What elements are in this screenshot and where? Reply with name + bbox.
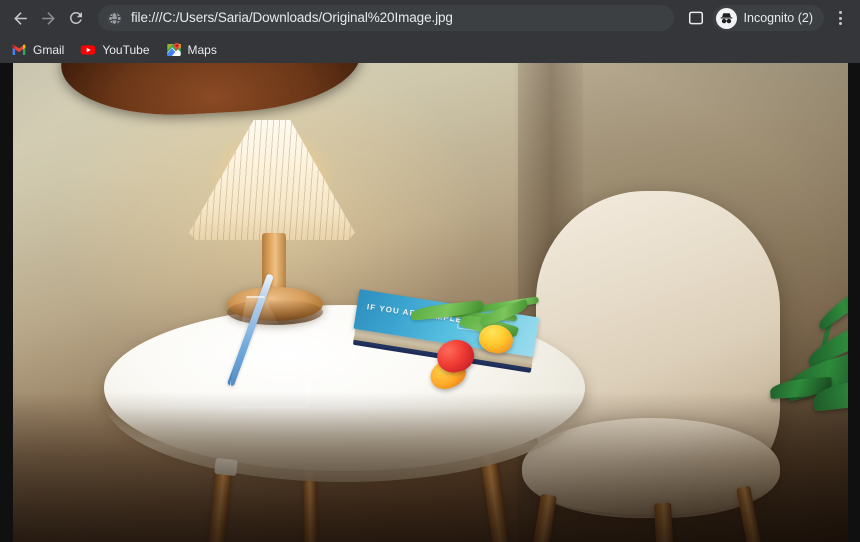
- incognito-indicator[interactable]: Incognito (2): [712, 5, 824, 31]
- bookmark-maps[interactable]: Maps: [162, 39, 225, 60]
- three-dot-menu-icon: [838, 11, 842, 14]
- gmail-icon: [12, 44, 26, 55]
- bookmark-youtube[interactable]: YouTube: [76, 39, 157, 60]
- browser-menu-button[interactable]: [826, 4, 854, 32]
- side-panel-icon: [688, 11, 703, 25]
- arrow-left-icon: [13, 11, 27, 25]
- youtube-icon: [81, 44, 96, 55]
- bookmark-label: Gmail: [33, 42, 65, 57]
- menu-dot: [838, 16, 842, 20]
- floor-shadow: [13, 392, 848, 542]
- bookmark-gmail[interactable]: Gmail: [7, 39, 72, 60]
- image-viewer[interactable]: IF YOU ARE SIMPLE: [0, 63, 860, 542]
- bookmark-label: Maps: [187, 42, 217, 57]
- side-panel-button[interactable]: [683, 5, 709, 31]
- address-bar[interactable]: file:///C:/Users/Saria/Downloads/Origina…: [98, 5, 674, 31]
- reload-icon: [69, 11, 82, 24]
- google-maps-icon: [166, 42, 181, 56]
- menu-dot: [838, 22, 842, 25]
- incognito-hat-glasses-icon: [720, 12, 732, 23]
- bookmark-label: YouTube: [102, 42, 150, 57]
- reload-button[interactable]: [62, 4, 90, 32]
- displayed-image[interactable]: IF YOU ARE SIMPLE: [13, 63, 848, 542]
- back-button[interactable]: [6, 4, 34, 32]
- browser-window: file:///C:/Users/Saria/Downloads/Origina…: [0, 0, 860, 542]
- browser-toolbar: file:///C:/Users/Saria/Downloads/Origina…: [0, 0, 860, 36]
- incognito-avatar: [715, 7, 737, 29]
- arrow-right-icon: [41, 11, 55, 25]
- incognito-label: Incognito (2): [743, 11, 813, 25]
- bookmarks-bar: Gmail YouTube Maps: [0, 36, 860, 63]
- forward-button[interactable]: [34, 4, 62, 32]
- globe-icon: [107, 11, 122, 25]
- url-text: file:///C:/Users/Saria/Downloads/Origina…: [131, 10, 453, 25]
